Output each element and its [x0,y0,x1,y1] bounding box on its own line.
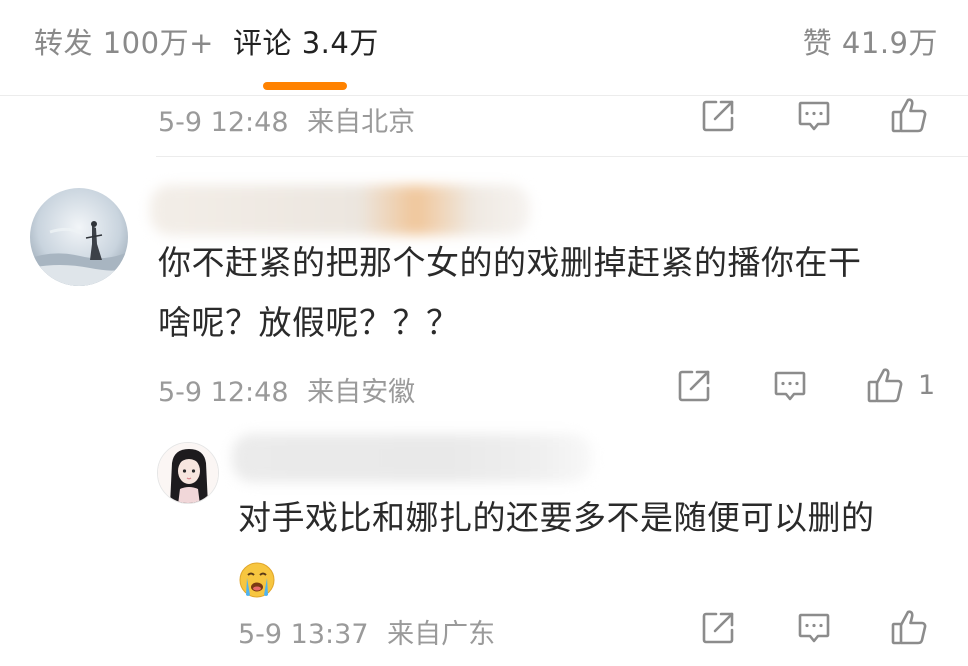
comment-meta-top: 5-9 12:48 来自北京 [158,100,415,139]
share-button[interactable] [700,610,736,646]
active-tab-indicator [263,82,347,90]
reply-text: 对手戏比和娜扎的还要多不是随便可以删的 [238,488,875,608]
crying-face-emoji [239,562,275,597]
tab-bar: 转发 100万+ 评论 3.4万 赞 41.9万 [0,0,968,96]
comment-text-line-2: 啥呢？放假呢？？？ [158,303,460,342]
share-icon [702,100,734,132]
reply-location: 来自广东 [387,619,496,650]
reply-meta: 5-9 13:37 来自广东 [238,612,495,651]
like-button[interactable] [890,608,928,646]
avatar[interactable] [30,188,128,286]
comment-text: 你不赶紧的把那个女的的戏删掉赶紧的播你在干 啥呢？放假呢？？？ [158,233,862,353]
username-redacted[interactable] [150,185,530,235]
avatar-image [30,188,128,286]
tab-comments[interactable]: 评论 3.4万 [233,20,379,62]
comment-text-line-1: 你不赶紧的把那个女的的戏删掉赶紧的播你在干 [158,243,862,282]
comment-button[interactable] [796,98,832,134]
comment-divider [156,156,968,157]
reply-username-redacted[interactable] [232,434,592,482]
comment-icon [798,101,830,131]
tab-repost[interactable]: 转发 100万+ [34,20,214,62]
comment-location: 来自北京 [307,107,416,138]
thumbs-up-icon [891,610,927,645]
share-button[interactable] [700,98,736,134]
comment-time: 5-9 12:48 [158,377,289,408]
thumbs-up-icon [867,368,903,403]
comment-location: 来自安徽 [307,377,416,408]
share-icon [702,612,734,644]
comment-time: 5-9 12:48 [158,107,289,138]
reply-avatar[interactable] [157,442,219,504]
reply-text-line-1: 对手戏比和娜扎的还要多不是随便可以删的 [238,498,875,537]
share-icon [678,370,710,402]
tab-likes[interactable]: 赞 41.9万 [803,20,938,62]
like-count: 1 [918,369,936,401]
comment-button[interactable] [796,610,832,646]
comment-icon [774,371,806,401]
comment-button[interactable] [772,368,808,404]
like-button[interactable] [890,96,928,134]
like-button[interactable]: 1 [866,366,935,404]
comment-meta: 5-9 12:48 来自安徽 [158,370,415,409]
comment-icon [798,613,830,643]
thumbs-up-icon [891,98,927,133]
reply-time: 5-9 13:37 [238,619,369,650]
reply-text-line-2 [238,548,875,608]
reply-avatar-image [158,443,218,503]
share-button[interactable] [676,368,712,404]
